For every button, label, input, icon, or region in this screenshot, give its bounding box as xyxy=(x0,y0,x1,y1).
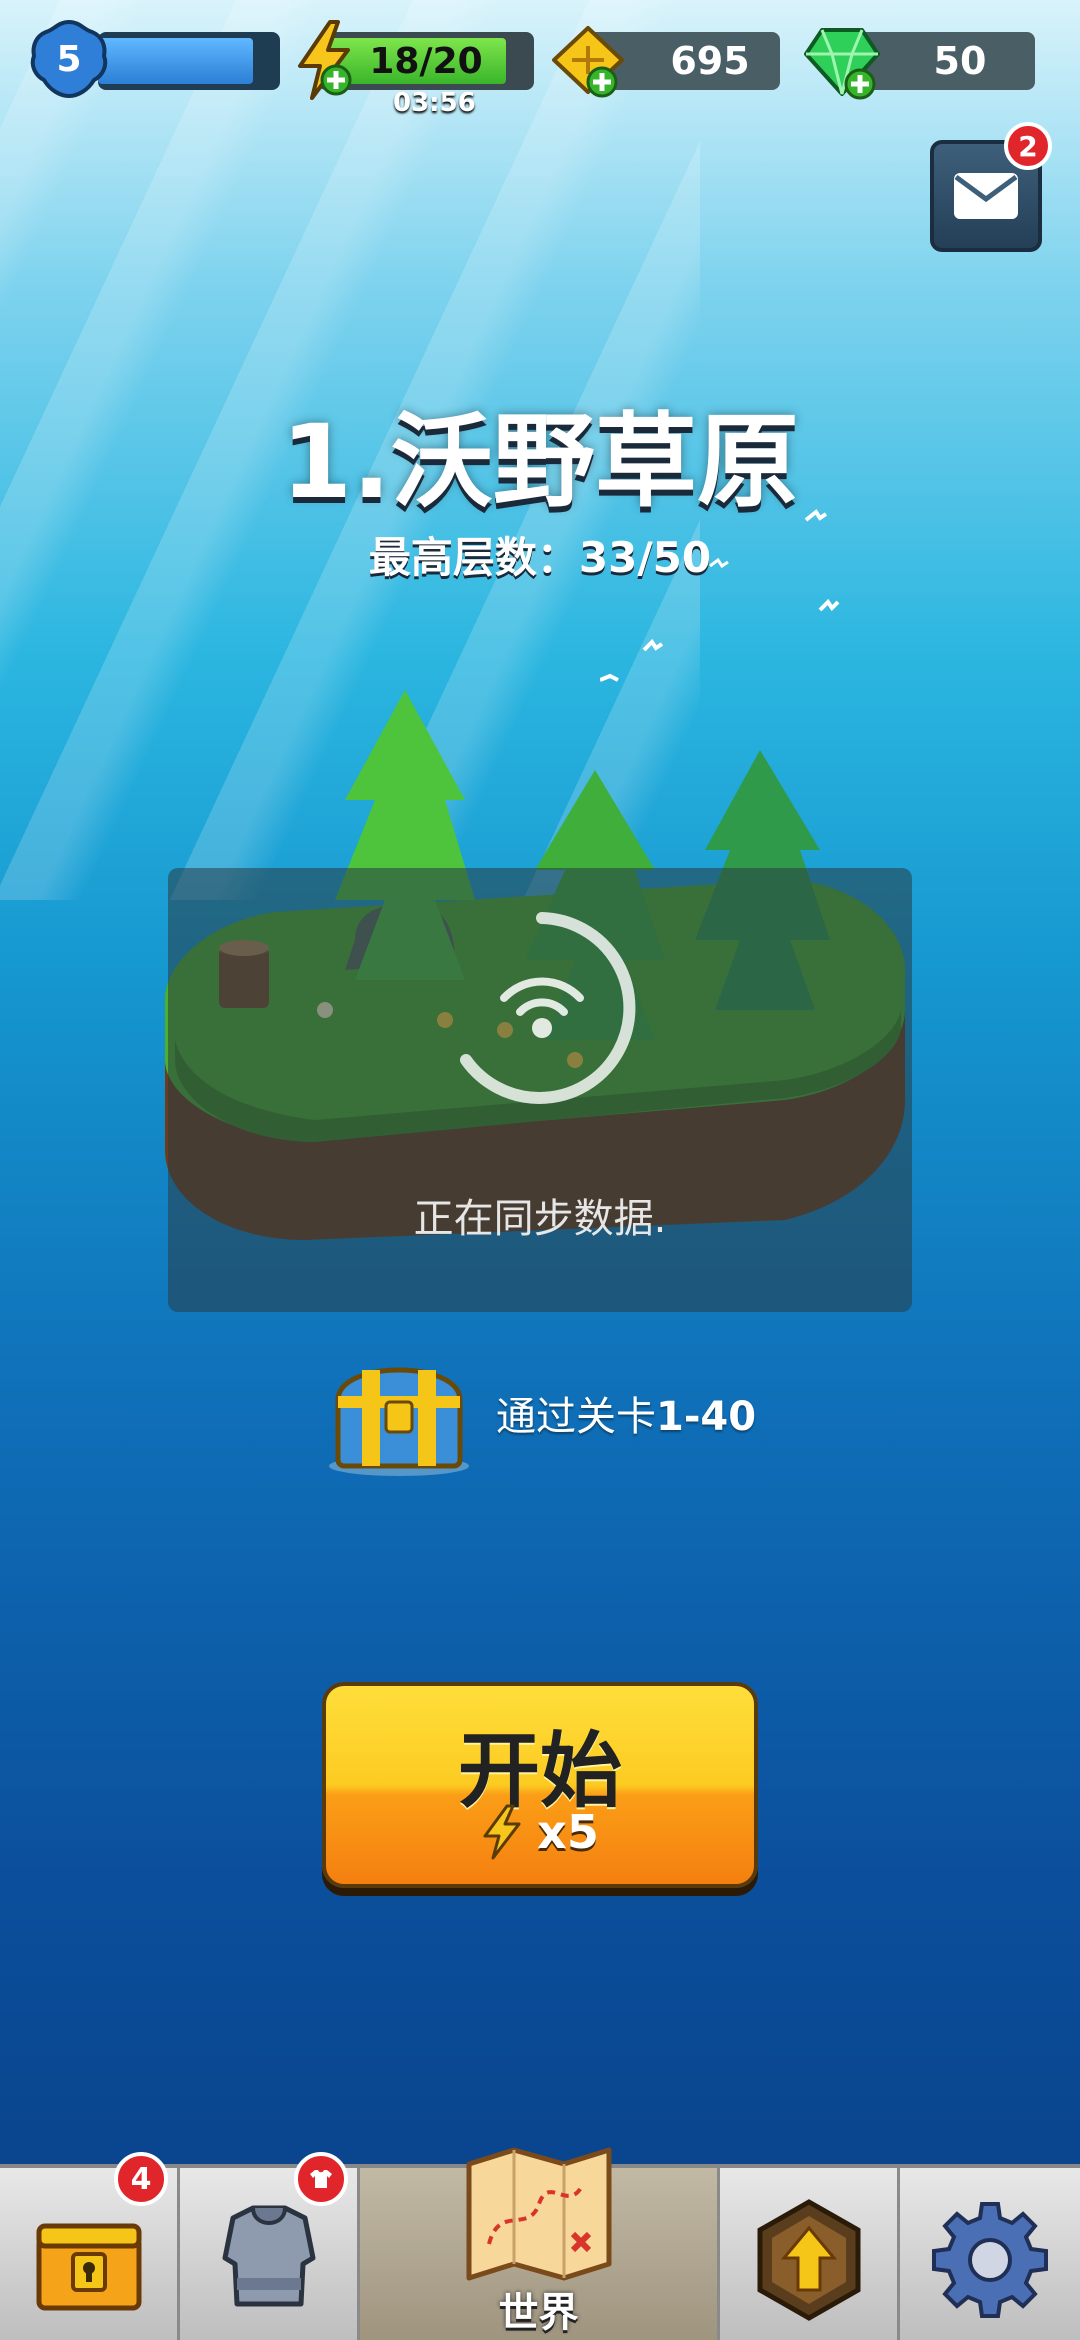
gold-amount: 695 xyxy=(670,39,750,83)
mail-badge: 2 xyxy=(1004,122,1052,170)
xp-bar xyxy=(98,32,280,90)
gold-ticket-icon[interactable] xyxy=(548,24,628,100)
bottom-nav: 4 世界 xyxy=(0,2147,1080,2340)
nav-label-world: 世界 xyxy=(498,2290,579,2336)
start-cost-value: x5 xyxy=(537,1805,599,1859)
energy-timer: 03:56 xyxy=(393,88,476,118)
start-button[interactable]: 开始 x5 xyxy=(322,1682,758,1888)
lightning-icon xyxy=(483,1804,521,1860)
mail-button[interactable]: 2 xyxy=(930,122,1052,252)
sync-overlay: 正在同步数据. xyxy=(168,868,912,1312)
nav-tab-world[interactable]: 世界 xyxy=(360,2147,720,2340)
sync-status-text: 正在同步数据. xyxy=(413,1196,667,1242)
treasure-chest-icon[interactable] xyxy=(324,1340,474,1480)
best-floor-label: 最高层数：33/50 xyxy=(368,533,712,582)
shirt-icon xyxy=(310,2170,332,2188)
nav-tab-chests[interactable]: 4 xyxy=(0,2152,180,2340)
nav-tab-settings[interactable] xyxy=(900,2168,1080,2340)
upgrade-arrow-icon xyxy=(757,2199,860,2321)
green-gem-icon[interactable] xyxy=(802,24,884,100)
nav-tab-upgrade[interactable] xyxy=(720,2168,900,2340)
player-level: 5 xyxy=(56,38,82,80)
equipment-alert-badge xyxy=(294,2152,348,2206)
chest-badge: 4 xyxy=(114,2152,168,2206)
birds-decoration xyxy=(600,509,840,682)
chest-reward-levels: 1-40 xyxy=(656,1394,757,1440)
gem-amount: 50 xyxy=(933,39,987,83)
nav-tab-equipment[interactable] xyxy=(180,2152,360,2340)
armor-icon xyxy=(222,2205,315,2307)
chest-reward-prefix: 通过关卡 xyxy=(496,1394,656,1440)
energy-count: 18/20 xyxy=(369,40,483,82)
chest-reward-text: 通过关卡1-40 xyxy=(496,1384,756,1442)
envelope-icon xyxy=(954,173,1018,219)
sync-spinner-icon xyxy=(460,912,636,1104)
xp-bar-fill xyxy=(98,38,253,84)
treasure-map-icon xyxy=(466,2147,611,2281)
lightning-icon[interactable] xyxy=(290,20,360,100)
player-level-badge[interactable]: 5 xyxy=(28,18,110,100)
start-cost: x5 xyxy=(326,1804,754,1860)
gear-icon xyxy=(932,2202,1048,2318)
treasure-chest-icon xyxy=(36,2223,141,2311)
stage-title: 1.沃野草原 xyxy=(281,403,799,522)
game-screen: 5 18/20 03:56 695 50 2 1.沃野草原 最高层数：33/50… xyxy=(0,0,1080,2340)
top-bar: 5 18/20 03:56 695 50 xyxy=(0,0,1080,140)
